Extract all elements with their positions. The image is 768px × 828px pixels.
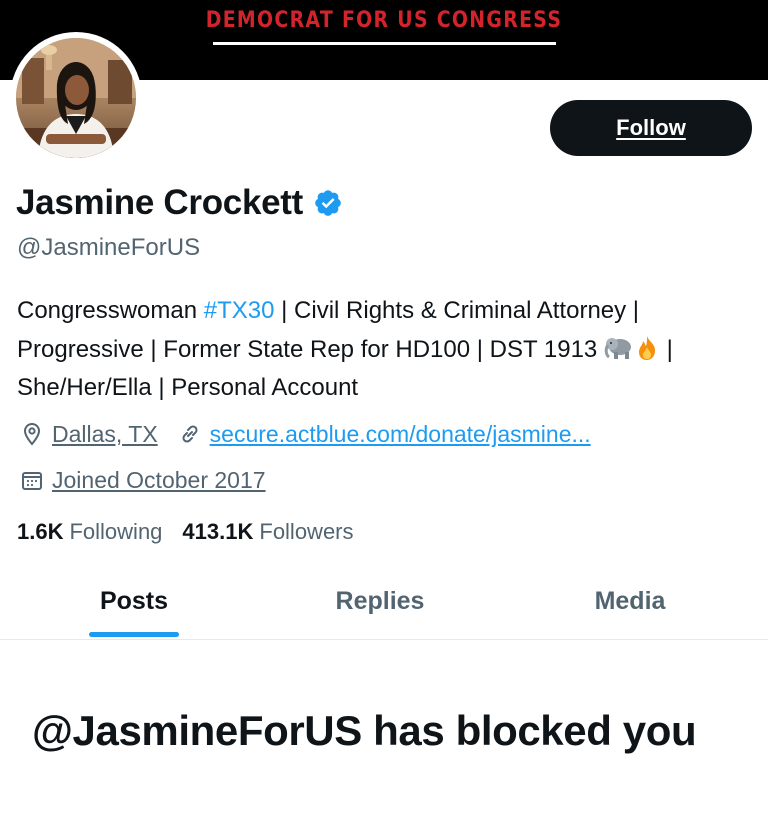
follow-stats: 1.6K Following 413.1K Followers	[17, 517, 374, 547]
profile-bio: Congresswoman #TX30 | Civil Rights & Cri…	[17, 292, 757, 408]
following-label: Following	[69, 519, 163, 544]
profile-meta-row: Dallas, TX secure.actblue.com/donate/jas…	[20, 418, 591, 450]
bio-text-1: Congresswoman	[17, 297, 204, 324]
link-icon	[178, 422, 202, 446]
tab-posts[interactable]: Posts	[34, 570, 234, 640]
location-pin-icon	[20, 422, 44, 446]
following-count: 1.6K	[17, 519, 64, 544]
joined-row: Joined October 2017	[20, 464, 266, 496]
location-text[interactable]: Dallas, TX	[52, 421, 158, 448]
display-name: Jasmine Crockett	[16, 183, 303, 222]
avatar[interactable]	[10, 32, 142, 164]
avatar-photo	[16, 38, 136, 158]
follow-button[interactable]: Follow	[550, 100, 752, 156]
tab-media[interactable]: Media	[530, 570, 730, 640]
profile-tabs: Posts Replies Media	[0, 570, 768, 640]
tab-replies[interactable]: Replies	[280, 570, 480, 640]
elephant-emoji-icon	[604, 335, 634, 361]
joined-date: Joined October 2017	[52, 466, 266, 493]
followers-stat[interactable]: 413.1K Followers	[182, 519, 353, 545]
fire-emoji-icon	[634, 335, 660, 361]
banner-underline	[213, 42, 556, 45]
profile-name-row: Jasmine Crockett	[16, 181, 343, 225]
calendar-icon	[20, 468, 44, 492]
active-tab-indicator	[89, 632, 179, 637]
followers-count: 413.1K	[182, 519, 254, 544]
followers-label: Followers	[259, 519, 354, 544]
banner-text: DEMOCRAT FOR US CONGRESS	[205, 8, 563, 33]
website-link[interactable]: secure.actblue.com/donate/jasmine...	[210, 421, 591, 448]
following-stat[interactable]: 1.6K Following	[17, 519, 162, 545]
verified-badge-icon[interactable]	[313, 188, 343, 218]
blocked-message: @JasmineForUS has blocked you	[32, 707, 697, 754]
profile-handle: @JasmineForUS	[17, 234, 201, 261]
bio-hashtag-link[interactable]: #TX30	[204, 297, 275, 324]
